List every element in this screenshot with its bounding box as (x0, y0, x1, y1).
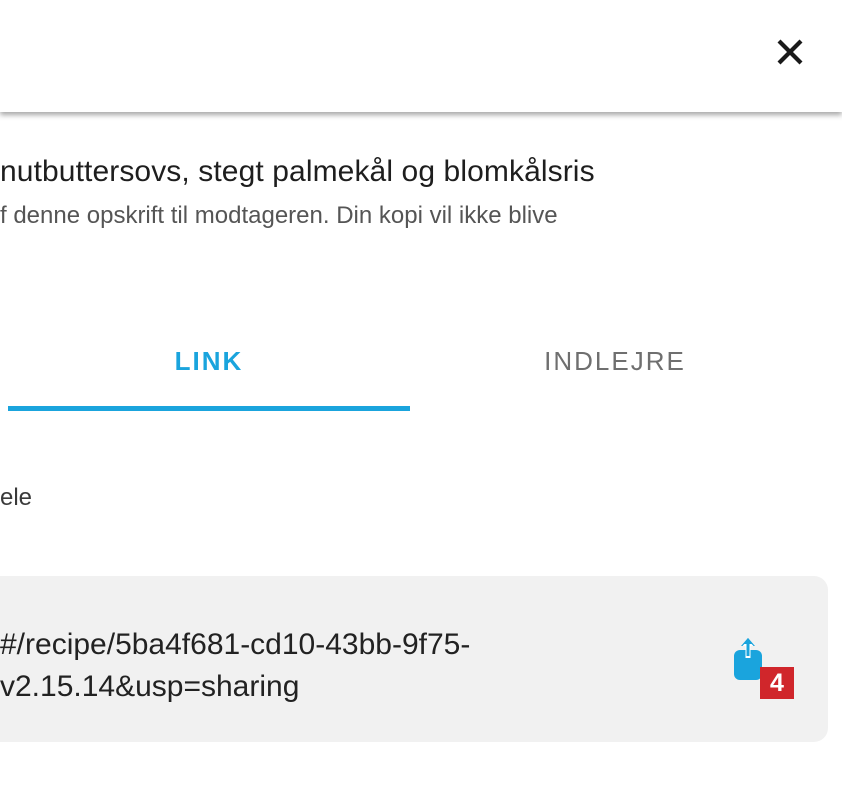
tab-link-label: LINK (174, 346, 244, 376)
dialog-header (0, 0, 842, 112)
tab-embed[interactable]: INDLEJRE (410, 342, 820, 412)
recipe-title: nutbuttersovs, stegt palmekål og blomkål… (0, 155, 595, 188)
tab-embed-label: INDLEJRE (544, 346, 686, 376)
tab-link[interactable]: LINK (8, 342, 410, 412)
share-link-line-2: v2.15.14&usp=sharing (0, 670, 300, 703)
close-button[interactable] (766, 28, 814, 76)
dialog-description: f denne opskrift til modtageren. Din kop… (0, 202, 558, 229)
badge: 4 (760, 667, 794, 699)
active-tab-indicator (8, 406, 410, 411)
share-label: ele (0, 484, 33, 511)
close-icon (777, 39, 803, 65)
share-link-text[interactable]: #/recipe/5ba4f681-cd10-43bb-9f75- v2.15.… (0, 624, 470, 708)
share-link-line-1: #/recipe/5ba4f681-cd10-43bb-9f75- (0, 628, 471, 661)
